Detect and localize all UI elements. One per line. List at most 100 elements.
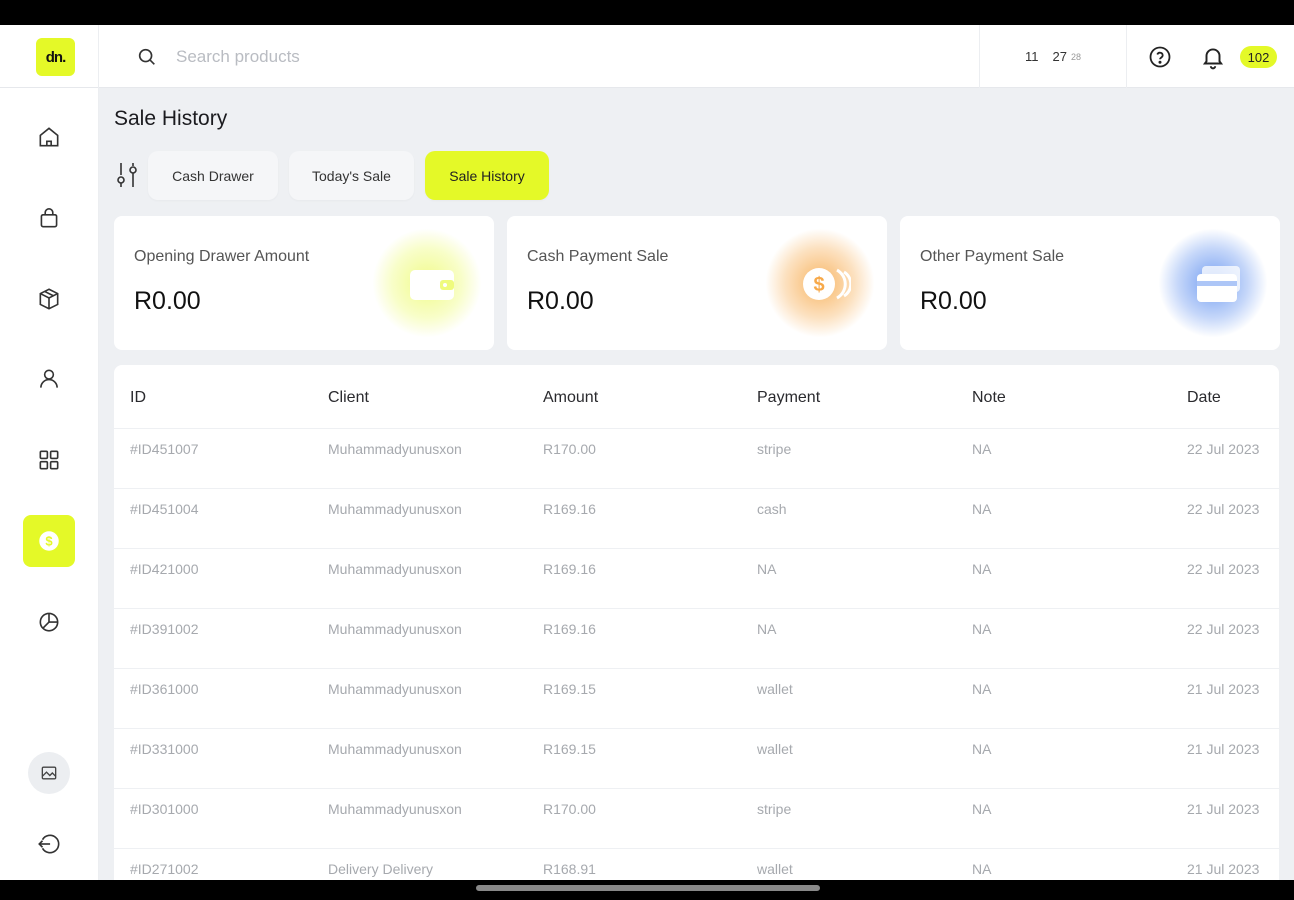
cell-client: Muhammadyunusxon [328, 681, 462, 697]
table-row[interactable]: #ID361000 Muhammadyunusxon R169.15 walle… [114, 669, 1279, 729]
sidebar-item-reports[interactable] [23, 595, 75, 647]
sidebar-item-home[interactable] [23, 111, 75, 163]
table-row[interactable]: #ID331000 Muhammadyunusxon R169.15 walle… [114, 729, 1279, 789]
tab-todays-sale[interactable]: Today's Sale [289, 151, 414, 200]
cash-payment-card: Cash Payment Sale R0.00 $ [507, 216, 887, 350]
card-label: Cash Payment Sale [527, 248, 669, 265]
cell-client: Muhammadyunusxon [328, 801, 462, 817]
cell-amount: R168.91 [543, 861, 596, 877]
cell-date: 22 Jul 2023 [1187, 561, 1260, 577]
search-icon [138, 48, 155, 65]
sidebar-item-categories[interactable] [23, 434, 75, 486]
cell-amount: R170.00 [543, 801, 596, 817]
cell-id: #ID451004 [130, 501, 199, 517]
column-header-payment[interactable]: Payment [757, 389, 820, 407]
notification-badge[interactable]: 102 [1240, 46, 1277, 68]
table-row[interactable]: #ID451004 Muhammadyunusxon R169.16 cash … [114, 489, 1279, 549]
cell-payment: stripe [757, 801, 792, 817]
cell-amount: R169.16 [543, 621, 596, 637]
table-header: ID Client Amount Payment Note Date [114, 365, 1279, 429]
svg-text:$: $ [45, 534, 53, 549]
cell-id: #ID421000 [130, 561, 199, 577]
app-screen: dn. 11 27 28 102 [0, 25, 1294, 880]
cell-note: NA [972, 681, 992, 697]
column-header-date[interactable]: Date [1187, 389, 1221, 407]
page-title: Sale History [114, 107, 228, 130]
bell-icon[interactable] [1200, 44, 1226, 70]
table-row[interactable]: #ID271002 Delivery Delivery R168.91 wall… [114, 849, 1279, 880]
cell-payment: stripe [757, 441, 792, 457]
cell-id: #ID271002 [130, 861, 199, 877]
cell-amount: R169.15 [543, 681, 596, 697]
box-icon [39, 288, 59, 310]
clock-hours: 11 [1025, 49, 1039, 64]
sidebar-item-products[interactable] [23, 273, 75, 325]
tab-sale-history[interactable]: Sale History [425, 151, 549, 200]
cell-client: Muhammadyunusxon [328, 441, 462, 457]
filter-icon[interactable] [115, 161, 139, 189]
cell-date: 21 Jul 2023 [1187, 861, 1260, 877]
cell-payment: wallet [757, 741, 793, 757]
search-input[interactable] [176, 47, 676, 67]
sidebar-item-sales[interactable]: $ [23, 515, 75, 567]
sidebar-item-customers[interactable] [23, 353, 75, 405]
cell-note: NA [972, 621, 992, 637]
cell-client: Muhammadyunusxon [328, 501, 462, 517]
cell-date: 22 Jul 2023 [1187, 501, 1260, 517]
user-icon [40, 369, 58, 388]
home-indicator[interactable] [476, 885, 820, 891]
table-row[interactable]: #ID421000 Muhammadyunusxon R169.16 NA NA… [114, 549, 1279, 609]
sales-table: ID Client Amount Payment Note Date #ID45… [114, 365, 1279, 880]
top-bar: dn. 11 27 28 102 [0, 25, 1294, 88]
cell-payment: NA [757, 621, 777, 637]
column-header-note[interactable]: Note [972, 389, 1006, 407]
table-row[interactable]: #ID451007 Muhammadyunusxon R170.00 strip… [114, 429, 1279, 489]
sidebar-item-gallery[interactable] [28, 752, 70, 794]
cell-note: NA [972, 441, 992, 457]
table-row[interactable]: #ID391002 Muhammadyunusxon R169.16 NA NA… [114, 609, 1279, 669]
cell-client: Muhammadyunusxon [328, 621, 462, 637]
opening-drawer-card: Opening Drawer Amount R0.00 [114, 216, 494, 350]
cell-amount: R170.00 [543, 441, 596, 457]
cell-payment: NA [757, 561, 777, 577]
coins-icon: $ [803, 268, 851, 300]
cell-id: #ID301000 [130, 801, 199, 817]
cell-id: #ID331000 [130, 741, 199, 757]
cell-id: #ID451007 [130, 441, 199, 457]
logout-icon [38, 834, 60, 854]
sidebar: $ [0, 88, 99, 880]
image-icon [41, 766, 57, 780]
other-payment-card: Other Payment Sale R0.00 [900, 216, 1280, 350]
help-icon[interactable] [1148, 45, 1172, 69]
column-header-amount[interactable]: Amount [543, 389, 598, 407]
cell-date: 21 Jul 2023 [1187, 681, 1260, 697]
cell-note: NA [972, 501, 992, 517]
table-row[interactable]: #ID301000 Muhammadyunusxon R170.00 strip… [114, 789, 1279, 849]
cell-note: NA [972, 861, 992, 877]
sidebar-item-logout[interactable] [23, 818, 75, 870]
wallet-icon [410, 270, 454, 300]
cell-note: NA [972, 561, 992, 577]
cell-client: Muhammadyunusxon [328, 741, 462, 757]
clock: 11 27 28 [979, 25, 1127, 88]
svg-text:$: $ [813, 274, 824, 296]
column-header-id[interactable]: ID [130, 389, 146, 407]
cell-payment: cash [757, 501, 787, 517]
clock-minutes: 27 [1052, 49, 1067, 64]
cell-date: 21 Jul 2023 [1187, 741, 1260, 757]
card-label: Opening Drawer Amount [134, 248, 310, 265]
cell-id: #ID361000 [130, 681, 199, 697]
sidebar-item-shop[interactable] [23, 192, 75, 244]
credit-card-icon [1197, 266, 1240, 302]
column-header-client[interactable]: Client [328, 389, 369, 407]
app-logo[interactable]: dn. [36, 38, 75, 76]
card-amount: R0.00 [920, 287, 987, 315]
tab-cash-drawer[interactable]: Cash Drawer [148, 151, 278, 200]
cell-amount: R169.15 [543, 741, 596, 757]
cell-note: NA [972, 741, 992, 757]
home-icon [39, 127, 59, 147]
cell-amount: R169.16 [543, 501, 596, 517]
card-amount: R0.00 [527, 287, 594, 315]
card-label: Other Payment Sale [920, 248, 1065, 265]
card-amount: R0.00 [134, 287, 201, 315]
